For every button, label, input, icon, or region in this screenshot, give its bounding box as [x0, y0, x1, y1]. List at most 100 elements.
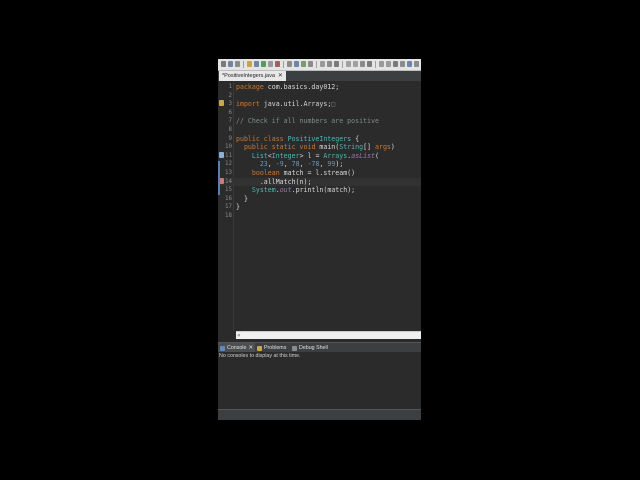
code-token: > l =	[299, 151, 324, 160]
code-text: import java.util.Arrays;□	[236, 100, 335, 109]
code-token: Arrays	[323, 151, 348, 160]
close-icon[interactable]: ✕	[278, 73, 283, 79]
code-token: import	[236, 100, 264, 109]
open-task-icon[interactable]	[327, 61, 332, 67]
code-token: // Check if all numbers are positive	[236, 117, 379, 126]
code-token: String	[339, 143, 364, 152]
code-token: match = l.stream()	[283, 169, 356, 177]
debug-icon[interactable]	[254, 61, 259, 67]
editor-tab-bar: *PositiveIntegers.java ✕	[218, 71, 421, 81]
skip-breakpoints-icon[interactable]	[287, 61, 292, 67]
code-text: public static void main(String[] args)	[236, 143, 395, 152]
code-line[interactable]: 10 public static void main(String[] args…	[218, 143, 421, 152]
code-line[interactable]: 16 }	[218, 195, 421, 204]
debug-shell-icon	[292, 345, 297, 351]
code-token: )	[390, 143, 395, 152]
new-java-project-icon[interactable]	[294, 61, 299, 67]
console-icon	[220, 345, 225, 351]
code-editor[interactable]: 1 package com.basics.day012; 2 3 import java…	[218, 81, 421, 331]
run-icon[interactable]	[261, 61, 266, 67]
code-token: PositiveIntegers	[287, 134, 352, 143]
code-token: []	[363, 143, 375, 152]
pin-icon[interactable]	[367, 61, 372, 67]
annotation-icon[interactable]	[334, 61, 339, 67]
last-edit-icon[interactable]	[360, 61, 365, 67]
code-line[interactable]: 12 23, -9, 78, -78, 99);	[218, 160, 421, 169]
search-icon[interactable]	[320, 61, 325, 67]
code-line[interactable]: 11 List<Integer> l = Arrays.asList(	[218, 152, 421, 161]
line-number: 1	[228, 84, 233, 90]
code-token: {	[351, 134, 360, 143]
line-number: 10	[225, 144, 232, 151]
code-token: .allMatch(	[236, 177, 300, 186]
folded-import-marker-icon[interactable]	[219, 100, 224, 106]
code-token: }	[236, 194, 248, 203]
new-file-icon[interactable]	[221, 61, 226, 67]
save-all-icon[interactable]	[235, 61, 240, 67]
terminate-icon[interactable]	[275, 61, 280, 67]
code-token: ,	[267, 160, 276, 169]
forward-icon[interactable]	[386, 61, 391, 67]
code-text: 23, -9, 78, -78, 99);	[236, 160, 344, 169]
code-line[interactable]: 13 boolean match = l.stream()	[218, 169, 421, 178]
save-icon[interactable]	[228, 61, 233, 67]
code-line[interactable]: 2	[218, 92, 421, 101]
code-line[interactable]: 14 .allMatch(n);	[218, 177, 421, 187]
external-tools-icon[interactable]	[268, 61, 273, 67]
line-number: 6	[228, 109, 233, 116]
new-package-icon[interactable]	[301, 61, 306, 67]
code-token: );	[303, 177, 312, 186]
line-number: 8	[228, 127, 233, 133]
code-text: boolean match = l.stream()	[236, 169, 355, 178]
code-line[interactable]: 15 System.out.println(match);	[218, 186, 421, 195]
code-line[interactable]: 3 import java.util.Arrays;□	[218, 100, 421, 109]
toolbar-separator	[375, 61, 376, 68]
code-token: asList	[351, 151, 376, 160]
code-token: java.util.Arrays;	[263, 100, 332, 109]
code-token: ,	[299, 160, 308, 169]
code-line[interactable]: 17}	[218, 203, 421, 212]
code-line[interactable]: 7// Check if all numbers are positive	[218, 117, 421, 126]
code-token: );	[335, 160, 344, 169]
status-bar	[218, 409, 421, 420]
change-indicator-bar	[218, 161, 220, 195]
close-icon[interactable]: ✕	[248, 345, 252, 351]
previous-annotation-icon[interactable]	[353, 61, 358, 67]
code-line[interactable]: 9 public class PositiveIntegers {	[218, 135, 421, 144]
code-token: 78	[291, 160, 300, 169]
line-number: 17	[225, 204, 232, 211]
code-token: public static void	[243, 143, 320, 152]
code-line[interactable]: 8	[218, 126, 421, 135]
toolbar-separator	[342, 61, 343, 68]
code-line[interactable]: 1 package com.basics.day012;	[218, 83, 421, 92]
new-class-icon[interactable]	[308, 61, 313, 67]
scroll-left-arrow-icon[interactable]: «	[237, 332, 241, 339]
code-token: package	[236, 83, 268, 91]
code-token: .println(match);	[291, 186, 356, 195]
debug-perspective-icon[interactable]	[407, 61, 412, 67]
perspective-icon[interactable]	[393, 61, 398, 67]
back-icon[interactable]	[379, 61, 384, 67]
next-annotation-icon[interactable]	[346, 61, 351, 67]
java-perspective-icon[interactable]	[400, 61, 405, 67]
code-token: boolean	[251, 169, 284, 177]
bookmark-marker-icon	[219, 152, 224, 158]
code-line[interactable]: 6	[218, 109, 421, 118]
line-number: 7	[228, 118, 233, 125]
problems-icon	[257, 345, 262, 351]
horizontal-scrollbar[interactable]: «	[236, 331, 421, 339]
tab-positive-integers-java[interactable]: *PositiveIntegers.java ✕	[219, 71, 286, 81]
code-token: out	[279, 186, 292, 195]
toolbar-separator	[243, 61, 244, 68]
line-number: 15	[225, 187, 232, 194]
code-token: Integer	[271, 151, 300, 160]
toolbar-separator	[283, 61, 284, 68]
open-type-icon[interactable]	[247, 61, 252, 67]
code-text: // Check if all numbers are positive	[236, 117, 379, 126]
code-line[interactable]: 18	[218, 212, 421, 221]
toolbar-overflow-icon[interactable]	[414, 61, 419, 67]
